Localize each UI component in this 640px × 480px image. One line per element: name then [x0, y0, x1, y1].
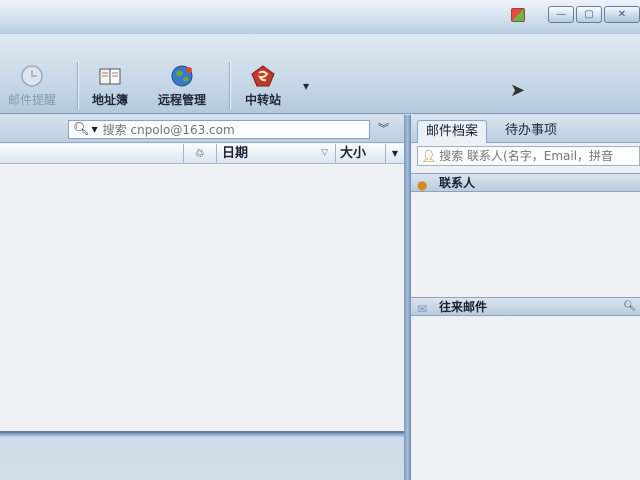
- column-date-label: 日期: [222, 146, 249, 161]
- transfer-station-button[interactable]: 中转站: [245, 64, 281, 108]
- column-size[interactable]: 大小: [335, 144, 385, 164]
- window-titlebar: — ▢ ✕: [0, 0, 640, 34]
- remote-manage-button[interactable]: 远程管理: [158, 64, 206, 108]
- column-flag[interactable]: ♲: [183, 144, 215, 164]
- remote-manage-label: 远程管理: [158, 93, 207, 107]
- column-date[interactable]: 日期 ▽: [216, 144, 334, 164]
- correspondence-list[interactable]: [411, 317, 640, 480]
- tab-mail-archive[interactable]: 邮件档案: [417, 120, 488, 143]
- contact-search-box[interactable]: 👤︎: [417, 146, 640, 166]
- toolbar-separator: [229, 62, 230, 110]
- person-search-icon: 👤︎: [421, 149, 437, 163]
- mail-reminder-button[interactable]: 邮件提醒: [8, 64, 56, 108]
- main-toolbar: 邮件提醒 地址簿 远程管理 中转站 ▼ ➤: [0, 34, 640, 114]
- mouse-pointer-icon: ➤: [510, 80, 526, 101]
- contact-person-icon: ●: [417, 178, 428, 192]
- mail-search-bar: 🔍︎ ▼ ︾: [0, 115, 404, 143]
- minimize-button[interactable]: —: [548, 6, 574, 23]
- contacts-section-header[interactable]: ● 联系人: [411, 173, 640, 192]
- mail-search-input[interactable]: [102, 122, 353, 137]
- correspondence-section-label: 往来邮件: [439, 300, 488, 314]
- close-button[interactable]: ✕: [604, 6, 640, 23]
- recycle-icon: ♲: [194, 147, 205, 160]
- address-book-button[interactable]: 地址簿: [92, 64, 128, 108]
- toolbar-separator: [77, 62, 78, 110]
- column-size-label: 大小: [340, 146, 367, 161]
- side-panel: 邮件档案 待办事项 👤︎ ● 联系人 ✉ 往来邮件 🔍︎: [411, 115, 640, 480]
- tab-todo[interactable]: 待办事项: [497, 120, 565, 143]
- column-options-dropdown[interactable]: ▼: [385, 144, 404, 164]
- mail-list-header: ♲ 日期 ▽ 大小 ▼: [0, 144, 404, 164]
- app-logo-icon: [511, 8, 525, 22]
- mail-preview-pane: [0, 431, 404, 480]
- mail-list-body[interactable]: [0, 165, 404, 430]
- address-book-label: 地址簿: [92, 93, 129, 107]
- mail-list-pane: 🔍︎ ▼ ︾ ♲ 日期 ▽ 大小 ▼: [0, 115, 404, 480]
- clock-icon: [21, 65, 43, 87]
- contact-search-input[interactable]: [439, 149, 639, 163]
- globe-icon: [171, 65, 193, 87]
- mail-reminder-label: 邮件提醒: [8, 93, 57, 107]
- collapse-toggle-icon[interactable]: ︾: [378, 120, 389, 136]
- sort-descending-icon: ▽: [321, 148, 328, 158]
- transfer-station-icon: [251, 65, 275, 87]
- address-book-icon: [99, 68, 121, 85]
- mail-search-box[interactable]: 🔍︎ ▼: [68, 120, 370, 139]
- toolbar-more-dropdown[interactable]: ▼: [303, 82, 309, 91]
- section-search-icon[interactable]: 🔍︎: [623, 298, 636, 316]
- maximize-button[interactable]: ▢: [576, 6, 602, 23]
- search-icon[interactable]: 🔍︎: [73, 122, 90, 137]
- envelope-icon: ✉: [417, 302, 428, 316]
- pane-splitter[interactable]: [404, 115, 411, 480]
- side-panel-tabs: 邮件档案 待办事项: [411, 115, 640, 143]
- transfer-station-label: 中转站: [245, 93, 282, 107]
- contacts-section-label: 联系人: [439, 176, 476, 190]
- contacts-list[interactable]: [411, 193, 640, 297]
- correspondence-section-header[interactable]: ✉ 往来邮件 🔍︎: [411, 297, 640, 316]
- window-controls: — ▢ ✕: [548, 6, 640, 24]
- search-options-dropdown-icon[interactable]: ▼: [92, 125, 98, 134]
